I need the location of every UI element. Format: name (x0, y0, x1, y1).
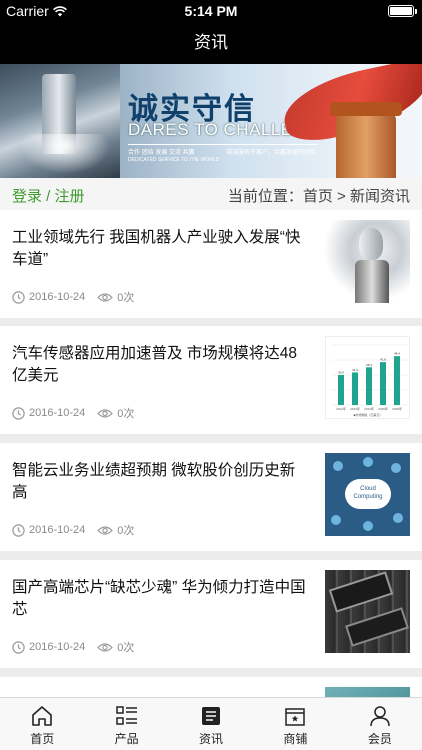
news-list: 工业领域先行 我国机器人产业驶入发展“快车道” 2016-10-24 0次 汽车… (0, 210, 422, 697)
banner-small-left: 合作 团结 发展 交流 共赢 (128, 150, 195, 156)
chart-bar (338, 375, 344, 405)
promo-banner[interactable]: 诚实守信 DARES TO CHALLENGE 合作 团结 发展 交流 共赢 竭… (0, 64, 422, 178)
eye-icon (97, 525, 114, 535)
page-title: 资讯 (194, 33, 228, 52)
tab-label: 商铺 (283, 732, 308, 746)
news-views: 0次 (117, 408, 135, 420)
news-date: 2016-10-24 (29, 641, 86, 653)
news-item[interactable]: 工业领域先行 我国机器人产业驶入发展“快车道” 2016-10-24 0次 (0, 210, 422, 318)
news-meta: 2016-10-24 0次 (12, 289, 134, 305)
teal-image (325, 687, 410, 697)
robot-image (325, 220, 410, 303)
chart-tick-label: 2012年 (336, 406, 346, 411)
clock-icon (12, 523, 25, 537)
chart-bar (352, 372, 358, 405)
chart-data-label: 30.6 (338, 371, 344, 375)
chart-tick-label: 2013年 (350, 406, 360, 411)
news-views: 0次 (117, 525, 135, 537)
chart-legend: ■市场规模（亿美元） (354, 412, 383, 417)
tab-home[interactable]: 首页 (0, 698, 84, 750)
cloud-text: Cloud Computing (353, 486, 383, 500)
cloud-computing-image: Cloud Computing (325, 453, 410, 536)
news-views: 0次 (117, 642, 135, 654)
news-date: 2016-10-24 (29, 407, 86, 419)
banner-small-right: 竭诚服务于客户，共赢发展的团队 (226, 150, 317, 156)
eye-icon (97, 292, 114, 302)
news-title: 国产高端芯片“缺芯少魂” 华为倾力打造中国芯 (12, 579, 306, 618)
chart-data-label: 41.8 (380, 358, 386, 362)
machine-image (0, 64, 120, 178)
news-date: 2016-10-24 (29, 291, 86, 303)
tab-products[interactable]: 产品 (84, 698, 168, 750)
breadcrumb-bar: 登录 / 注册 当前位置：首页 > 新闻资讯 (0, 178, 422, 210)
news-meta: 2016-10-24 0次 (12, 639, 134, 655)
home-icon (32, 706, 53, 726)
chart-bar (366, 367, 372, 405)
tower-image (330, 102, 402, 178)
chart-tick-label: 2014年 (364, 406, 374, 411)
tab-label: 会员 (367, 732, 392, 746)
battery-icon (388, 5, 417, 17)
status-bar: Carrier 5:14 PM (0, 0, 422, 22)
tab-news[interactable]: 资讯 (169, 698, 253, 750)
eye-icon (97, 408, 114, 418)
chart-bar (380, 362, 386, 405)
tab-member[interactable]: 会员 (338, 698, 422, 750)
news-item[interactable]: 国产高端芯片“缺芯少魂” 华为倾力打造中国芯 2016-10-24 0次 (0, 560, 422, 668)
clock-icon (12, 290, 25, 304)
clock-icon (12, 640, 25, 654)
news-date: 2016-10-24 (29, 524, 86, 536)
chart-data-label: 31.9 (352, 368, 358, 372)
news-title: 汽车传感器应用加速普及 市场规模将达48亿美元 (12, 345, 298, 384)
chart-tick-label: 2016年 (392, 406, 402, 411)
breadcrumb: 当前位置：首页 > 新闻资讯 (227, 188, 410, 205)
news-views: 0次 (117, 292, 135, 304)
mini-bar-chart: 30.6 2012年 31.9 2013年 38.3 2014年 41.8 2015年 48.4… (332, 344, 408, 417)
status-time: 5:14 PM (184, 3, 238, 19)
news-icon (202, 707, 221, 725)
top-bar: Carrier 5:14 PM 资讯 (0, 0, 422, 64)
shop-icon (285, 708, 306, 726)
news-item[interactable]: 智能云业务业绩超预期 微软股价创历史新高 2016-10-24 0次 Cloud… (0, 443, 422, 551)
chip-image (325, 570, 410, 653)
tab-label: 资讯 (199, 732, 224, 746)
chart-tick-label: 2015年 (378, 406, 388, 411)
chart-image: 30.6 2012年 31.9 2013年 38.3 2014年 41.8 2015年 48.4… (325, 336, 410, 419)
news-meta: 2016-10-24 0次 (12, 405, 134, 421)
banner-divider (128, 144, 318, 145)
product-list-icon (115, 706, 137, 725)
news-title: 工业领域先行 我国机器人产业驶入发展“快车道” (12, 229, 301, 268)
news-meta: 2016-10-24 0次 (12, 522, 134, 538)
chart-data-label: 48.4 (394, 352, 400, 356)
member-icon (370, 706, 390, 727)
news-item[interactable] (0, 677, 422, 697)
news-title: 智能云业务业绩超预期 微软股价创历史新高 (12, 462, 296, 501)
chart-data-label: 38.3 (366, 363, 372, 367)
clock-icon (12, 406, 25, 420)
news-item[interactable]: 汽车传感器应用加速普及 市场规模将达48亿美元 2016-10-24 0次 30… (0, 326, 422, 434)
chart-bar (394, 356, 400, 405)
login-register-link[interactable]: 登录 / 注册 (12, 185, 85, 206)
tab-shops[interactable]: 商铺 (253, 698, 337, 750)
tab-label: 产品 (114, 732, 139, 746)
tab-bar: 首页 产品 资讯 商铺 会员 (0, 697, 422, 750)
eye-icon (97, 642, 114, 652)
banner-small-bottom: DEDICATED SERVICE TO THE WORLD (128, 157, 220, 163)
tab-label: 首页 (30, 732, 55, 746)
